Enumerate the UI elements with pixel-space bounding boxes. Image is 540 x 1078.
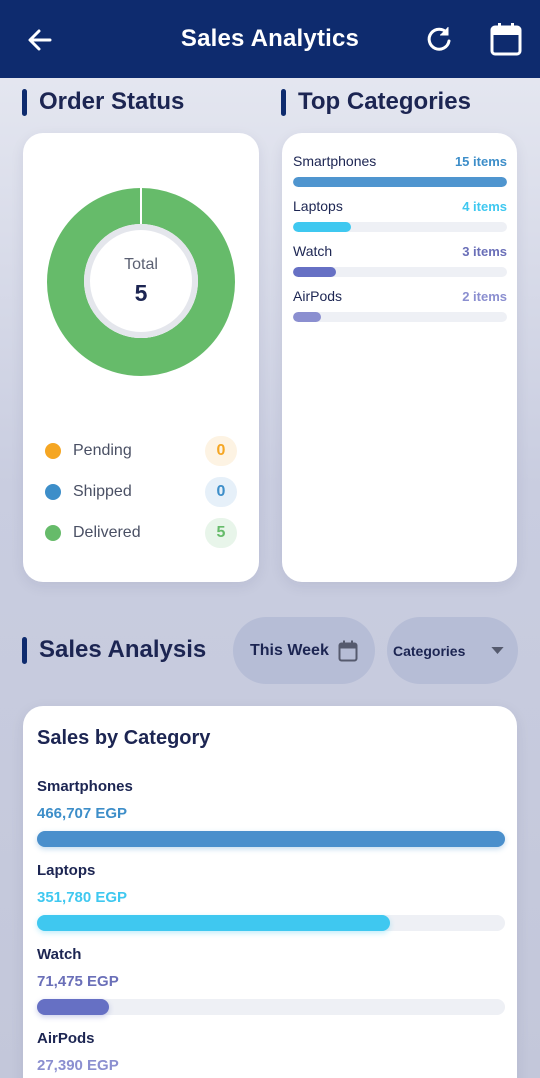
top-category-track xyxy=(293,222,507,232)
top-category-header: Smartphones 15 items xyxy=(293,152,507,170)
pending-dot xyxy=(45,443,61,459)
top-category-name: Laptops xyxy=(293,198,343,214)
category-filter-dropdown[interactable]: Categories xyxy=(387,617,518,684)
top-category-bar xyxy=(293,267,336,277)
category-filter-label: Categories xyxy=(393,642,466,659)
sales-category-track xyxy=(37,915,505,931)
top-category-row: Watch 3 items xyxy=(293,242,507,277)
period-selector-button[interactable]: This Week xyxy=(233,617,375,684)
sales-category-name: Laptops xyxy=(37,862,96,879)
top-category-header: Watch 3 items xyxy=(293,242,507,260)
legend-label: Delivered xyxy=(73,524,141,541)
legend-shipped: Shipped 0 xyxy=(45,476,237,508)
donut-center: Total 5 xyxy=(84,224,198,338)
sales-by-category-title: Sales by Category xyxy=(37,727,211,749)
legend-pending: Pending 0 xyxy=(45,435,237,467)
top-category-header: Laptops 4 items xyxy=(293,197,507,215)
sales-category-row: Laptops 351,780 EGP xyxy=(37,862,505,931)
sales-category-name: Watch xyxy=(37,946,82,963)
total-label: Total xyxy=(124,255,158,273)
dropdown-arrow-icon xyxy=(491,647,504,654)
sales-category-bar xyxy=(37,915,390,931)
calendar-icon[interactable] xyxy=(490,22,522,56)
page-title: Sales Analytics xyxy=(180,25,360,52)
top-category-track xyxy=(293,312,507,322)
shipped-dot xyxy=(45,484,61,500)
top-category-row: Smartphones 15 items xyxy=(293,152,507,187)
delivered-count-badge: 5 xyxy=(205,518,237,548)
top-category-bar xyxy=(293,312,321,322)
sales-analysis-heading: Sales Analysis xyxy=(22,636,206,664)
top-category-count: 3 items xyxy=(462,243,507,259)
sales-category-value: 466,707 EGP xyxy=(37,805,128,822)
top-categories-title: Top Categories xyxy=(298,88,471,115)
sales-category-row: Watch 71,475 EGP xyxy=(37,946,505,1015)
app-bar: Sales Analytics xyxy=(0,0,540,78)
top-category-bar xyxy=(293,177,507,187)
total-value: 5 xyxy=(134,279,148,306)
top-category-bar xyxy=(293,222,351,232)
top-category-name: AirPods xyxy=(293,288,343,304)
order-status-heading: Order Status xyxy=(22,88,184,116)
pending-count-badge: 0 xyxy=(205,436,237,466)
top-category-track xyxy=(293,177,507,187)
arrow-back-icon[interactable] xyxy=(24,24,56,56)
sales-category-row: AirPods 27,390 EGP xyxy=(37,1030,505,1078)
top-category-count: 15 items xyxy=(454,153,507,169)
top-categories-heading: Top Categories xyxy=(281,88,471,116)
top-category-name: Watch xyxy=(293,243,333,259)
top-category-count: 4 items xyxy=(462,198,507,214)
refresh-icon[interactable] xyxy=(424,24,454,54)
calendar-icon xyxy=(338,640,358,661)
sales-category-bar xyxy=(37,999,109,1015)
period-label: This Week xyxy=(250,641,329,659)
shipped-count-badge: 0 xyxy=(205,477,237,507)
order-status-card: Total 5 Pending 0 Shipped 0 Delivered 5 xyxy=(23,133,259,582)
top-category-row: Laptops 4 items xyxy=(293,197,507,232)
sales-category-row: Smartphones 466,707 EGP xyxy=(37,778,505,847)
order-status-title: Order Status xyxy=(39,88,185,115)
sales-by-category-card: Sales by Category Smartphones 466,707 EG… xyxy=(23,706,517,1078)
sales-category-name: Smartphones xyxy=(37,778,133,795)
sales-category-track xyxy=(37,999,505,1015)
heading-accent xyxy=(22,636,27,664)
sales-category-track xyxy=(37,831,505,847)
delivered-dot xyxy=(45,525,61,541)
sales-analysis-title: Sales Analysis xyxy=(39,636,207,663)
top-category-row: AirPods 2 items xyxy=(293,287,507,322)
sales-category-value: 71,475 EGP xyxy=(37,973,119,990)
heading-accent xyxy=(22,88,27,116)
top-category-track xyxy=(293,267,507,277)
top-category-header: AirPods 2 items xyxy=(293,287,507,305)
legend-label: Pending xyxy=(73,442,132,459)
sales-category-bar xyxy=(37,831,505,847)
top-categories-card: Smartphones 15 items Laptops 4 items Wat… xyxy=(282,133,517,582)
sales-category-name: AirPods xyxy=(37,1030,95,1047)
legend-label: Shipped xyxy=(73,483,132,500)
legend-delivered: Delivered 5 xyxy=(45,517,237,549)
heading-accent xyxy=(281,88,286,116)
top-category-count: 2 items xyxy=(462,288,507,304)
sales-category-value: 27,390 EGP xyxy=(37,1057,119,1074)
sales-category-value: 351,780 EGP xyxy=(37,889,128,906)
top-category-name: Smartphones xyxy=(293,153,377,169)
